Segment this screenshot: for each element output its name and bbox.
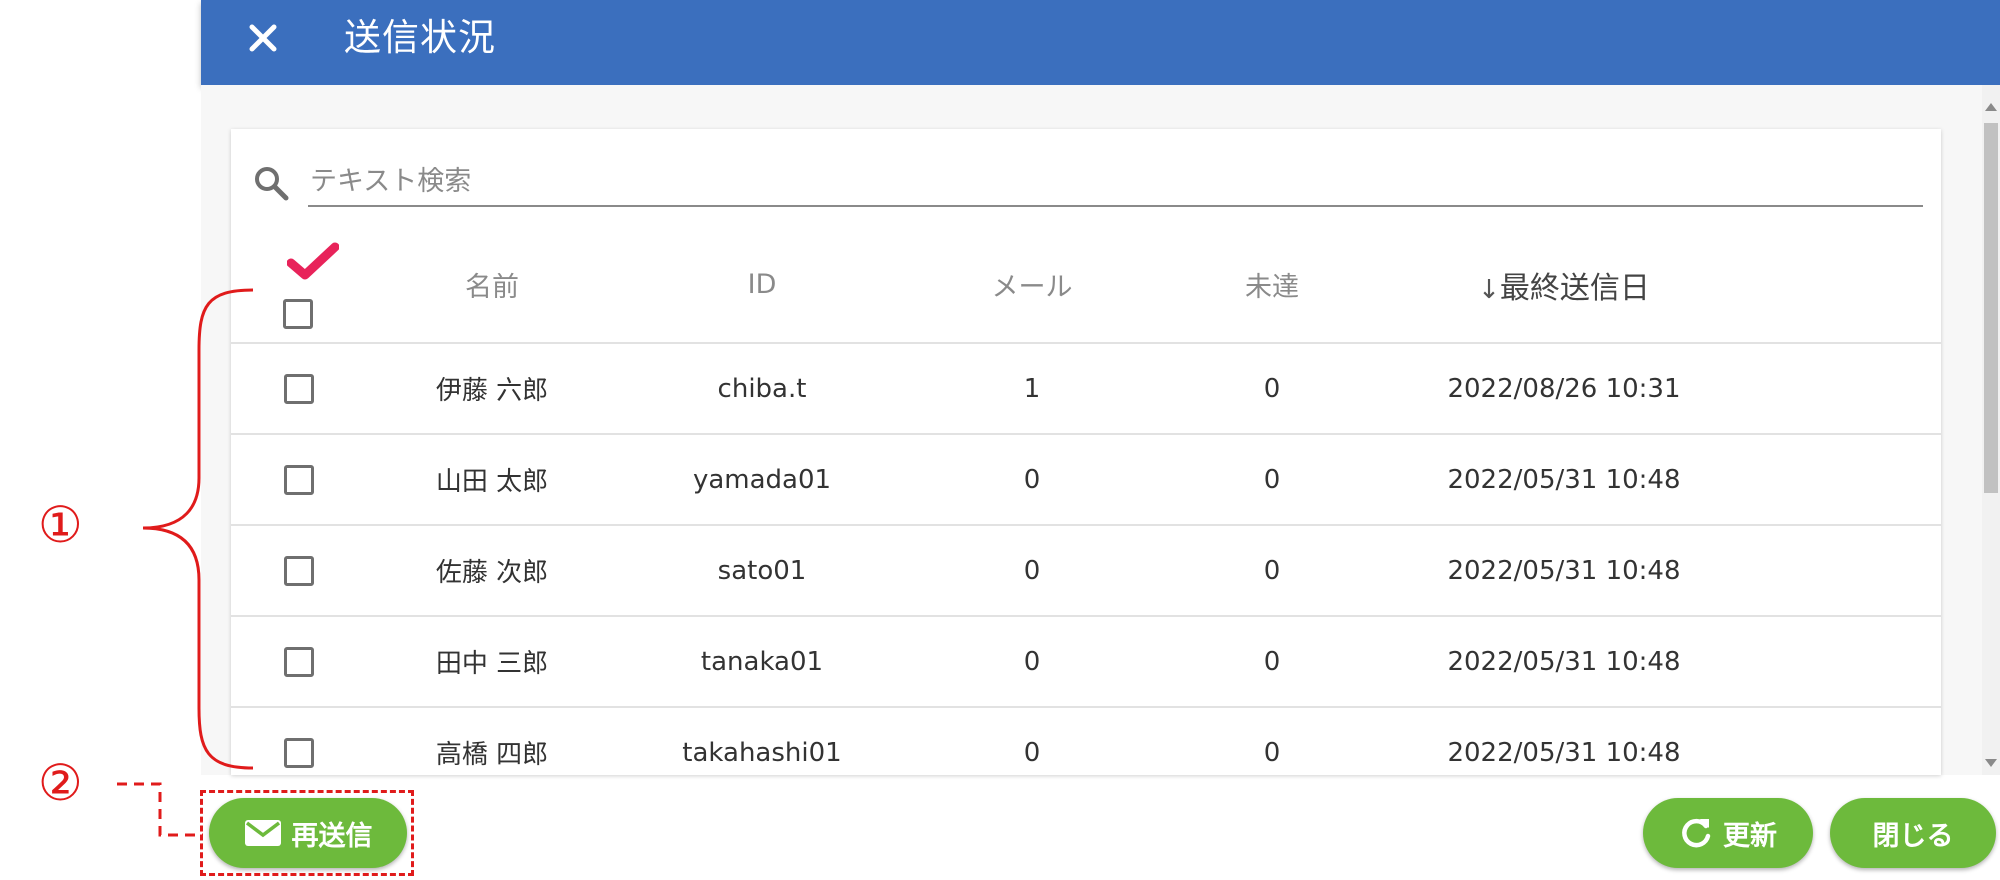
cell-id: yamada01 bbox=[617, 434, 907, 526]
close-dialog-button[interactable]: 閉じる bbox=[1830, 798, 1996, 868]
close-dialog-button-label: 閉じる bbox=[1872, 820, 1954, 852]
checkmark-icon bbox=[287, 242, 339, 280]
cell-last-sent: 2022/05/31 10:48 bbox=[1387, 616, 1741, 708]
row-checkbox[interactable] bbox=[284, 373, 314, 404]
cell-last-sent: 2022/05/31 10:48 bbox=[1387, 707, 1741, 775]
table-header-row: 名前 ID メール 未達 ↓最終送信日 bbox=[231, 227, 1941, 344]
table-row[interactable]: 山田 太郎 yamada01 0 0 2022/05/31 10:48 bbox=[231, 434, 1941, 526]
table-row[interactable]: 高橋 四郎 takahashi01 0 0 2022/05/31 10:48 bbox=[231, 707, 1941, 775]
select-all-checkbox[interactable] bbox=[283, 299, 313, 329]
recipient-table: 名前 ID メール 未達 ↓最終送信日 伊藤 六郎 chiba.t 1 0 20… bbox=[231, 227, 1941, 775]
cell-mail: 0 bbox=[907, 525, 1157, 617]
cell-undelivered: 0 bbox=[1157, 616, 1387, 708]
annotation-connector bbox=[117, 782, 203, 837]
scroll-thumb[interactable] bbox=[1984, 123, 1998, 493]
cell-undelivered: 0 bbox=[1157, 707, 1387, 775]
mail-icon bbox=[244, 820, 281, 846]
column-header-mail[interactable]: メール bbox=[907, 227, 1157, 344]
select-all-header bbox=[231, 227, 367, 344]
cell-undelivered: 0 bbox=[1157, 343, 1387, 435]
cell-name: 山田 太郎 bbox=[367, 434, 617, 526]
column-header-last-sent[interactable]: ↓最終送信日 bbox=[1387, 227, 1741, 344]
cell-mail: 1 bbox=[907, 343, 1157, 435]
refresh-button-label: 更新 bbox=[1723, 820, 1777, 852]
search-icon bbox=[255, 167, 289, 201]
annotation-number-1: ① bbox=[38, 496, 83, 554]
row-checkbox[interactable] bbox=[284, 646, 314, 677]
dialog-header: 送信状況 bbox=[201, 0, 2000, 85]
cell-undelivered: 0 bbox=[1157, 525, 1387, 617]
table-row[interactable]: 伊藤 六郎 chiba.t 1 0 2022/08/26 10:31 bbox=[231, 343, 1941, 435]
cell-last-sent: 2022/08/26 10:31 bbox=[1387, 343, 1741, 435]
column-header-name[interactable]: 名前 bbox=[367, 227, 617, 344]
vertical-scrollbar[interactable] bbox=[1982, 85, 2000, 775]
sort-descending-icon: ↓ bbox=[1478, 274, 1500, 305]
last-sent-label: 最終送信日 bbox=[1499, 270, 1650, 306]
scroll-down-arrow-icon[interactable] bbox=[1985, 759, 1997, 767]
column-header-undelivered[interactable]: 未達 bbox=[1157, 227, 1387, 344]
recipient-list-card: 名前 ID メール 未達 ↓最終送信日 伊藤 六郎 chiba.t 1 0 20… bbox=[231, 129, 1941, 775]
resend-button[interactable]: 再送信 bbox=[209, 798, 407, 868]
column-header-spacer bbox=[1741, 227, 1941, 344]
column-header-id[interactable]: ID bbox=[617, 227, 907, 344]
cell-name: 伊藤 六郎 bbox=[367, 343, 617, 435]
row-checkbox[interactable] bbox=[284, 555, 314, 586]
close-icon bbox=[249, 24, 277, 52]
close-button[interactable] bbox=[241, 16, 285, 60]
cell-name: 高橋 四郎 bbox=[367, 707, 617, 775]
row-checkbox[interactable] bbox=[284, 737, 314, 768]
cell-name: 田中 三郎 bbox=[367, 616, 617, 708]
table-row[interactable]: 田中 三郎 tanaka01 0 0 2022/05/31 10:48 bbox=[231, 616, 1941, 708]
annotation-number-2: ② bbox=[38, 754, 83, 812]
refresh-button[interactable]: 更新 bbox=[1643, 798, 1813, 868]
row-checkbox[interactable] bbox=[284, 464, 314, 495]
cell-id: takahashi01 bbox=[617, 707, 907, 775]
cell-id: tanaka01 bbox=[617, 616, 907, 708]
cell-last-sent: 2022/05/31 10:48 bbox=[1387, 525, 1741, 617]
cell-mail: 0 bbox=[907, 707, 1157, 775]
refresh-icon bbox=[1682, 818, 1711, 848]
cell-id: sato01 bbox=[617, 525, 907, 617]
cell-last-sent: 2022/05/31 10:48 bbox=[1387, 434, 1741, 526]
cell-name: 佐藤 次郎 bbox=[367, 525, 617, 617]
cell-id: chiba.t bbox=[617, 343, 907, 435]
cell-undelivered: 0 bbox=[1157, 434, 1387, 526]
resend-button-label: 再送信 bbox=[291, 820, 373, 852]
search-input[interactable] bbox=[308, 157, 1923, 207]
table-row[interactable]: 佐藤 次郎 sato01 0 0 2022/05/31 10:48 bbox=[231, 525, 1941, 617]
cell-mail: 0 bbox=[907, 434, 1157, 526]
cell-mail: 0 bbox=[907, 616, 1157, 708]
scroll-up-arrow-icon[interactable] bbox=[1985, 103, 1997, 111]
dialog-title: 送信状況 bbox=[344, 16, 496, 59]
